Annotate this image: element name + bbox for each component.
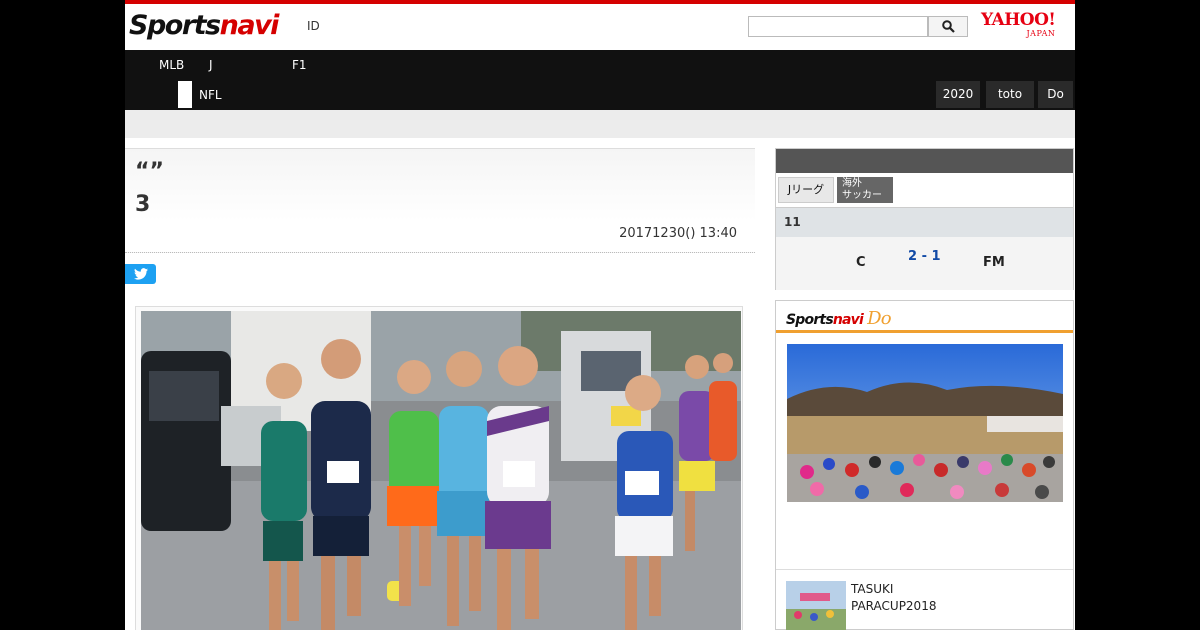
logo-accent-text: navi <box>219 10 280 41</box>
nav-item-nfl[interactable]: NFL <box>199 88 222 102</box>
nav-row-1: MLB J F1 <box>125 50 1075 80</box>
tab-overseas-line1: 海外 <box>842 178 862 189</box>
nav-item-j[interactable]: J <box>209 58 213 72</box>
tab-j-league[interactable]: Jリーグ <box>778 177 834 203</box>
match-round: 11 <box>776 208 1073 237</box>
search-button[interactable] <box>928 16 968 37</box>
tab-overseas-soccer[interactable]: 海外 サッカー <box>837 177 893 203</box>
search-input[interactable] <box>748 16 928 37</box>
article-main: “” 3 20171230() 13:40 <box>125 148 755 630</box>
runners-illustration <box>141 311 741 630</box>
paracup-line1: TASUKI <box>851 582 894 596</box>
article-quote-marks: “” <box>135 159 164 184</box>
nav-tab-2020[interactable]: 2020 <box>936 81 980 108</box>
nav-item-f1[interactable]: F1 <box>292 58 307 72</box>
yahoo-japan-logo[interactable]: YAHOO! JAPAN <box>981 10 1056 39</box>
nav-active-marker <box>178 81 192 108</box>
score-widget: Jリーグ 海外 サッカー 11 C 2 - 1 FM <box>775 148 1074 290</box>
twitter-share-button[interactable] <box>125 264 156 284</box>
do-logo-accent: navi <box>832 312 864 328</box>
logo-text: Sports <box>129 10 221 41</box>
page: Sportsnavi ID YAHOO! JAPAN MLB J F1 NFL 2… <box>125 0 1075 630</box>
do-logo-text: Sports <box>786 312 834 328</box>
paracup-thumbnail[interactable] <box>786 581 846 630</box>
yahoo-logo-sub: JAPAN <box>1026 29 1056 38</box>
sportsnavi-do-widget: Sportsnavi Do TASUKI PARACUP2018 <box>775 300 1074 630</box>
nav-tab-toto[interactable]: toto <box>986 81 1034 108</box>
event-crowd-illustration <box>787 344 1063 502</box>
paracup-line2: PARACUP2018 <box>851 599 937 613</box>
article-title-box: “” 3 20171230() 13:40 <box>125 148 755 253</box>
do-widget-header: Sportsnavi Do <box>776 301 1073 333</box>
twitter-icon <box>133 268 148 280</box>
do-divider <box>776 569 1073 570</box>
yahoo-logo-text: YAHOO! <box>981 10 1056 30</box>
article-headline: 3 <box>135 192 151 217</box>
paracup-thumbnail-image <box>786 581 846 630</box>
do-logo-do: Do <box>867 308 891 329</box>
away-team: FM <box>983 255 1005 270</box>
tab-overseas-line2: サッカー <box>842 190 882 201</box>
do-event-photo[interactable] <box>787 344 1063 502</box>
nav-row-2: NFL 2020 toto Do <box>125 80 1075 110</box>
sportsnavi-logo[interactable]: Sportsnavi <box>129 10 280 41</box>
article-photo-runners[interactable] <box>141 311 741 630</box>
match-row[interactable]: C 2 - 1 FM <box>776 237 1073 290</box>
nav-tab-do[interactable]: Do <box>1038 81 1073 108</box>
score-widget-header <box>776 149 1073 173</box>
article-date: 20171230() 13:40 <box>619 226 737 241</box>
search-icon <box>941 20 955 33</box>
score-tabs: Jリーグ 海外 サッカー <box>776 173 1073 208</box>
article-photo-frame <box>135 306 743 630</box>
id-link[interactable]: ID <box>307 19 320 33</box>
nav-item-mlb[interactable]: MLB <box>159 58 184 72</box>
home-team: C <box>856 255 866 270</box>
paracup-item-text[interactable]: TASUKI PARACUP2018 <box>851 581 936 615</box>
sportsnavi-do-logo[interactable]: Sportsnavi Do <box>786 308 892 329</box>
site-header: Sportsnavi ID YAHOO! JAPAN <box>125 4 1075 50</box>
sidebar: Jリーグ 海外サッカー 11 C 2 - 1 FM Sportsnavi Do <box>775 148 1075 630</box>
match-score[interactable]: 2 - 1 <box>908 249 941 264</box>
breadcrumb-bar <box>125 110 1075 138</box>
